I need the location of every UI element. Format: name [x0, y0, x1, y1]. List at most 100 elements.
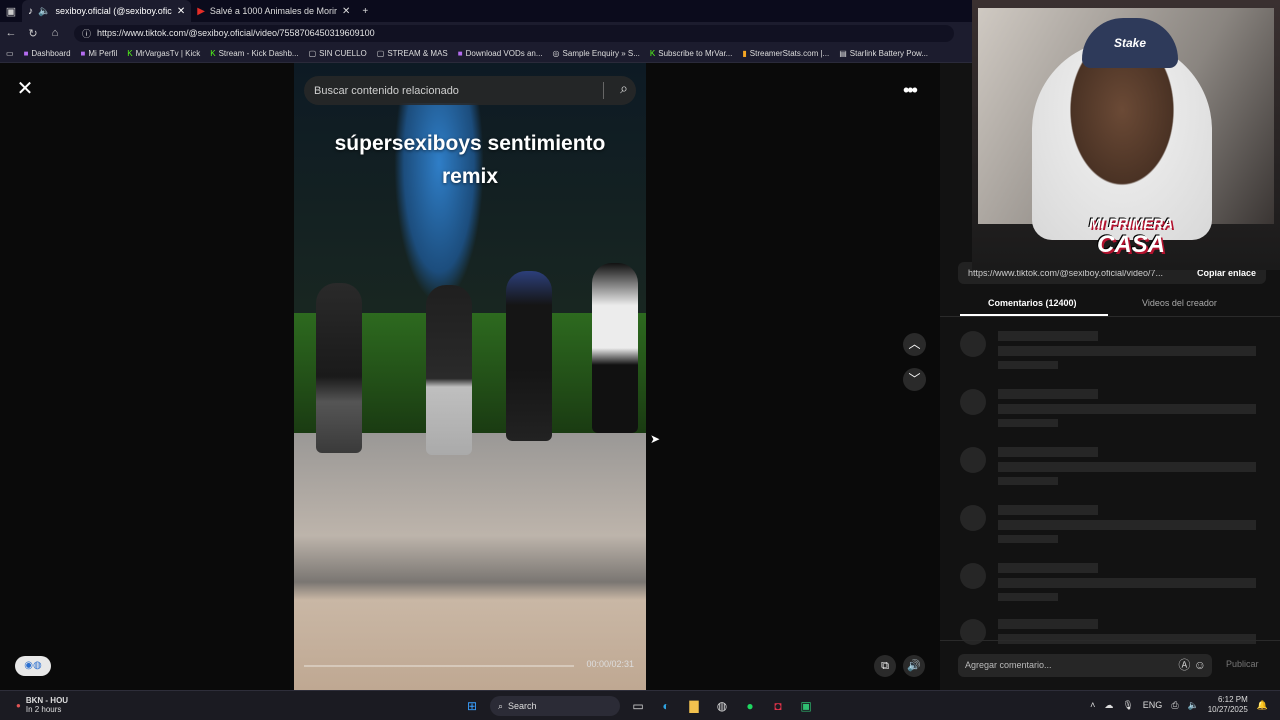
windows-start-icon[interactable]: ⊞	[462, 696, 482, 716]
tab-label: sexiboy.oficial (@sexiboy.ofic	[55, 6, 172, 16]
close-icon[interactable]: ✕	[14, 79, 36, 101]
edge-icon[interactable]: ◐	[656, 696, 676, 716]
close-tab-icon[interactable]: ✕	[342, 6, 350, 17]
clock-date: 10/27/2025	[1207, 705, 1248, 714]
clock[interactable]: 6:12 PM 10/27/2025	[1208, 695, 1248, 715]
previous-video-button[interactable]: ︿	[903, 333, 926, 356]
emoji-icon[interactable]: ☺	[1194, 658, 1206, 672]
active-tab-indicator	[960, 314, 1108, 316]
weather-icon: ●	[16, 700, 21, 710]
opera-icon[interactable]: ◘	[768, 696, 788, 716]
kick-icon: K	[649, 48, 656, 58]
miniplayer-button[interactable]: ⧉	[874, 655, 896, 677]
spotify-icon[interactable]: ●	[740, 696, 760, 716]
extension-toggle[interactable]: ◉◍	[15, 656, 51, 676]
taskbar-apps: ⊞ ⌕ Search ▭ ◐ ▇ ◍ ● ◘ ▣	[462, 696, 816, 716]
search-icon[interactable]: ⌕	[620, 80, 628, 97]
chevron-down-icon: ﹀	[908, 372, 921, 386]
more-options-icon[interactable]: •••	[903, 80, 918, 101]
tab-creator-videos[interactable]: Videos del creador	[1142, 298, 1217, 308]
bookmark-mi-perfil[interactable]: ■ Mi Perfil	[81, 49, 118, 58]
tab-youtube[interactable]: ▶ Salvé a 1000 Animales de Morir ✕	[191, 0, 356, 22]
obs-icon[interactable]: ▣	[796, 696, 816, 716]
mouse-cursor-icon: ➤	[650, 432, 661, 446]
bookmark-icon: ■	[457, 48, 463, 58]
dancer	[592, 263, 638, 433]
comment-skeleton	[960, 505, 1260, 555]
weather-widget[interactable]: ● BKN - HOU In 2 hours	[16, 696, 68, 714]
speaker-icon: 🔊	[907, 660, 921, 672]
page-icon: ▤	[839, 48, 847, 58]
site-info-icon[interactable]: ⓘ	[82, 27, 91, 40]
toggle-icon: ◉◍	[24, 660, 42, 671]
video-player[interactable]: súpersexiboys sentimiento remix Buscar c…	[294, 63, 646, 690]
task-view-icon[interactable]: ▭	[628, 696, 648, 716]
dancer	[426, 285, 472, 455]
bookmark-icon: ■	[80, 48, 86, 58]
bookmark-sample-enquiry[interactable]: ◎ Sample Enquiry » S...	[553, 49, 640, 58]
bookmark-subscribe[interactable]: K Subscribe to MrVar...	[650, 49, 732, 58]
comment-skeleton	[960, 563, 1260, 613]
divider	[603, 82, 604, 99]
bookmark-streamerstats[interactable]: ▮ StreamerStats.com |...	[742, 49, 829, 58]
bookmark-kick-dashboard[interactable]: K Stream - Kick Dashb...	[210, 49, 298, 58]
refresh-icon[interactable]: ↻	[22, 27, 44, 40]
kick-icon: K	[127, 48, 133, 58]
chevron-up-icon: ︿	[908, 337, 921, 351]
bookmark-starlink[interactable]: ▤ Starlink Battery Pow...	[839, 49, 928, 58]
next-video-button[interactable]: ﹀	[903, 368, 926, 391]
chrome-icon[interactable]: ◍	[712, 696, 732, 716]
speaker-icon[interactable]: 🔈	[1188, 700, 1199, 711]
globe-icon: ◎	[552, 48, 560, 58]
windows-taskbar: ● BKN - HOU In 2 hours ⊞ ⌕ Search ▭ ◐ ▇ …	[0, 690, 1280, 720]
comment-input[interactable]: Agregar comentario... Ⓐ ☺	[958, 654, 1212, 677]
video-caption: súpersexiboys sentimiento remix	[294, 127, 646, 193]
url-field[interactable]: ⓘ https://www.tiktok.com/@sexiboy.oficia…	[74, 24, 954, 42]
new-tab-button[interactable]: +	[356, 0, 374, 22]
tiktok-icon: ♪	[28, 5, 33, 17]
tab-tiktok[interactable]: ♪ 🔈 sexiboy.oficial (@sexiboy.ofic ✕	[22, 0, 192, 22]
folder-icon: ▢	[376, 48, 385, 58]
search-placeholder: Buscar contenido relacionado	[314, 84, 459, 97]
volume-button[interactable]: 🔊	[903, 655, 925, 677]
network-icon[interactable]: ⎙	[1171, 700, 1178, 711]
bookmark-kick[interactable]: K MrVargasTv | Kick	[127, 49, 200, 58]
video-progress-bar[interactable]	[304, 665, 574, 667]
tab-actions-icon[interactable]: ▣	[0, 5, 22, 18]
webcam-overlay: Stake MI PRIMERA CASA	[972, 0, 1280, 270]
related-search-input[interactable]: Buscar contenido relacionado ⌕	[304, 76, 636, 105]
back-icon[interactable]: ←	[0, 27, 22, 39]
tab-label: Salvé a 1000 Animales de Morir	[209, 6, 337, 16]
stream-logo: MI PRIMERA CASA	[1076, 212, 1186, 258]
bookmarks-menu-icon[interactable]: ▭	[6, 49, 14, 58]
miniplayer-icon: ⧉	[881, 660, 889, 672]
caption-line: súpersexiboys sentimiento	[334, 132, 606, 155]
comment-bar: Agregar comentario... Ⓐ ☺ Publicar	[940, 640, 1280, 690]
file-explorer-icon[interactable]: ▇	[684, 696, 704, 716]
mention-icon[interactable]: Ⓐ	[1178, 658, 1190, 672]
video-floor	[294, 433, 646, 690]
tab-comments[interactable]: Comentarios (12400)	[988, 298, 1077, 308]
bookmark-icon: ■	[23, 48, 29, 58]
logo-line: CASA	[1096, 231, 1165, 258]
publish-button[interactable]: Publicar	[1226, 659, 1259, 669]
bookmark-dashboard[interactable]: ■ Dashboard	[24, 49, 71, 58]
comment-skeleton	[960, 447, 1260, 497]
dancer	[316, 283, 362, 453]
comment-input-icons: Ⓐ ☺	[1178, 654, 1206, 677]
kick-icon: K	[210, 48, 216, 58]
bookmark-download-vods[interactable]: ■ Download VODs an...	[458, 49, 543, 58]
cloud-icon[interactable]: ☁	[1104, 700, 1113, 711]
weather-subtitle: In 2 hours	[25, 705, 62, 714]
microphone-icon[interactable]: 🎙	[1122, 700, 1133, 711]
close-tab-icon[interactable]: ✕	[177, 6, 185, 17]
taskbar-search[interactable]: ⌕ Search	[490, 696, 620, 716]
language-indicator[interactable]: ENG	[1143, 700, 1163, 710]
bookmark-folder-stream[interactable]: ▢ STREAM & MAS	[377, 49, 448, 58]
notification-icon[interactable]: 🔔	[1257, 700, 1268, 711]
bookmark-folder-sin-cuello[interactable]: ▢ SIN CUELLO	[309, 49, 367, 58]
home-icon[interactable]: ⌂	[44, 27, 66, 39]
speaker-icon[interactable]: 🔈	[38, 6, 50, 17]
streamer	[1032, 40, 1212, 240]
chevron-up-icon[interactable]: ˄	[1090, 700, 1095, 710]
